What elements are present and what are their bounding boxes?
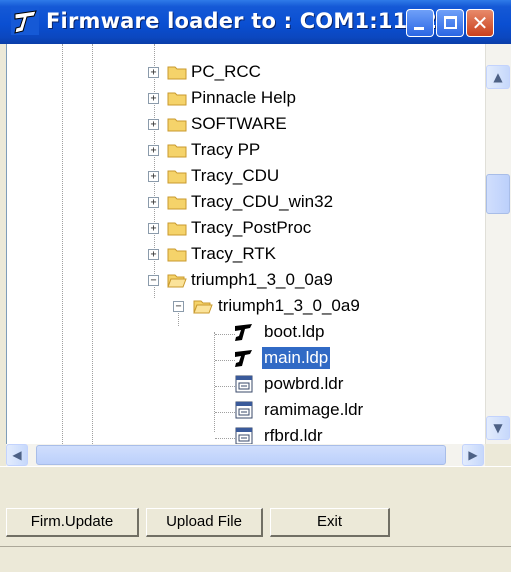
minimize-button[interactable] bbox=[406, 9, 434, 37]
tree-item-label: ramimage.ldr bbox=[264, 400, 364, 419]
horizontal-scroll-thumb[interactable] bbox=[36, 445, 446, 465]
open-folder-icon bbox=[193, 300, 213, 314]
folder-icon bbox=[167, 118, 187, 132]
folder-icon bbox=[167, 196, 187, 210]
expand-icon[interactable]: + bbox=[148, 249, 159, 260]
firm-update-button[interactable]: Firm.Update bbox=[6, 508, 139, 537]
expand-icon[interactable]: + bbox=[148, 119, 159, 130]
close-button[interactable]: ✕ bbox=[466, 9, 494, 37]
status-bar bbox=[0, 546, 511, 572]
tree-item-label: Tracy_CDU_win32 bbox=[191, 192, 334, 211]
scroll-right-button[interactable]: ▶ bbox=[462, 444, 484, 466]
expand-icon[interactable]: + bbox=[148, 67, 159, 78]
vertical-scroll-thumb[interactable] bbox=[486, 174, 510, 214]
folder-icon bbox=[167, 222, 187, 236]
expand-icon[interactable]: + bbox=[148, 197, 159, 208]
upload-file-button[interactable]: Upload File bbox=[146, 508, 263, 537]
folder-icon bbox=[167, 170, 187, 184]
expand-icon[interactable]: + bbox=[148, 171, 159, 182]
expand-icon[interactable]: + bbox=[148, 223, 159, 234]
tree-item-label: powbrd.ldr bbox=[264, 374, 344, 393]
folder-tree[interactable]: + PC_RCC + Pinnacle Help + SOFTWARE + Tr… bbox=[6, 44, 511, 466]
expand-icon[interactable]: + bbox=[148, 93, 159, 104]
file-icon bbox=[235, 375, 253, 393]
tree-guide-line bbox=[215, 386, 235, 387]
tree-item-label: triumph1_3_0_0a9 bbox=[218, 296, 360, 315]
folder-icon bbox=[167, 144, 187, 158]
scroll-down-button[interactable]: ▼ bbox=[486, 416, 510, 440]
tree-guide-line bbox=[215, 412, 235, 413]
exit-button[interactable]: Exit bbox=[270, 508, 390, 537]
tree-guide-line bbox=[215, 438, 235, 439]
tree-item-label: Tracy_PostProc bbox=[191, 218, 312, 237]
tree-guide-line bbox=[62, 44, 63, 444]
folder-icon bbox=[167, 66, 187, 80]
scroll-up-button[interactable]: ▲ bbox=[486, 65, 510, 89]
tree-item-label: SOFTWARE bbox=[191, 114, 287, 133]
firmware-loader-window: Firmware loader to : COM1:1152... ✕ + PC… bbox=[0, 0, 511, 572]
tree-item-label: Tracy PP bbox=[191, 140, 261, 159]
tree-item-label: Pinnacle Help bbox=[191, 88, 296, 107]
file-icon bbox=[235, 401, 253, 419]
tree-guide-line bbox=[92, 44, 93, 444]
collapse-icon[interactable]: − bbox=[173, 301, 184, 312]
collapse-icon[interactable]: − bbox=[148, 275, 159, 286]
tree-item-label: Tracy_RTK bbox=[191, 244, 277, 263]
app-jlogo-icon bbox=[11, 7, 39, 35]
maximize-button[interactable] bbox=[436, 9, 464, 37]
folder-icon bbox=[167, 92, 187, 106]
jlogo-icon bbox=[235, 324, 252, 341]
title-bar[interactable]: Firmware loader to : COM1:1152... ✕ bbox=[0, 0, 511, 44]
vertical-scrollbar[interactable]: ▲ ▼ bbox=[485, 44, 511, 444]
window-title: Firmware loader to : COM1:1152... bbox=[46, 9, 462, 33]
button-bar: Firm.Update Upload File Exit bbox=[0, 466, 511, 546]
horizontal-scrollbar[interactable]: ◀ ▶ bbox=[6, 444, 485, 466]
open-folder-icon bbox=[167, 274, 187, 288]
folder-icon bbox=[167, 248, 187, 262]
tree-item-label: triumph1_3_0_0a9 bbox=[191, 270, 333, 289]
file-icon bbox=[235, 427, 253, 445]
tree-item-label: boot.ldp bbox=[264, 322, 325, 341]
scroll-left-button[interactable]: ◀ bbox=[6, 444, 28, 466]
tree-item-label: Tracy_CDU bbox=[191, 166, 280, 185]
tree-item-label-selected: main.ldp bbox=[262, 347, 331, 369]
expand-icon[interactable]: + bbox=[148, 145, 159, 156]
jlogo-icon bbox=[235, 350, 252, 367]
scrollbar-corner bbox=[485, 444, 511, 466]
tree-guide-line bbox=[214, 332, 215, 432]
tree-item-label: PC_RCC bbox=[191, 62, 261, 81]
